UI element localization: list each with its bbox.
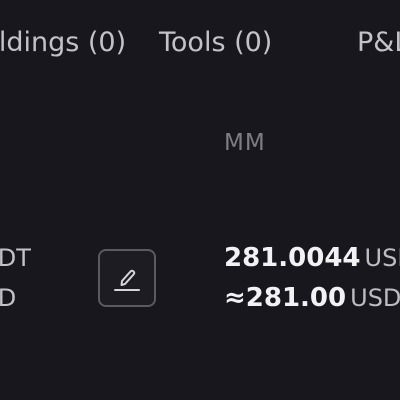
- table-row: USDT USD 281.0044USDT ≈281.00USD: [0, 230, 400, 330]
- mm-approx-unit: USD: [350, 284, 400, 312]
- tab-tools[interactable]: Tools (0): [159, 26, 272, 60]
- tab-bar: Holdings (0) Tools (0) P&L: [0, 0, 400, 88]
- tab-pnl[interactable]: P&L: [357, 26, 400, 60]
- positions-panel: Holdings (0) Tools (0) P&L MM USDT USD 2…: [0, 0, 400, 400]
- column-header-mm: MM: [224, 130, 266, 156]
- mm-amount-unit: USDT: [364, 244, 400, 272]
- asset-quote-currency: USD: [0, 284, 17, 312]
- mm-amount: 281.0044: [224, 243, 361, 273]
- mm-approx-amount: ≈281.00: [224, 283, 347, 313]
- asset-currency: USDT: [0, 244, 31, 272]
- edit-button[interactable]: [98, 249, 156, 307]
- tab-holdings[interactable]: Holdings (0): [0, 26, 126, 60]
- mm-value: 281.0044USDT: [224, 243, 400, 276]
- mm-approx-value: ≈281.00 USD: [224, 283, 400, 316]
- pencil-icon: [114, 269, 140, 291]
